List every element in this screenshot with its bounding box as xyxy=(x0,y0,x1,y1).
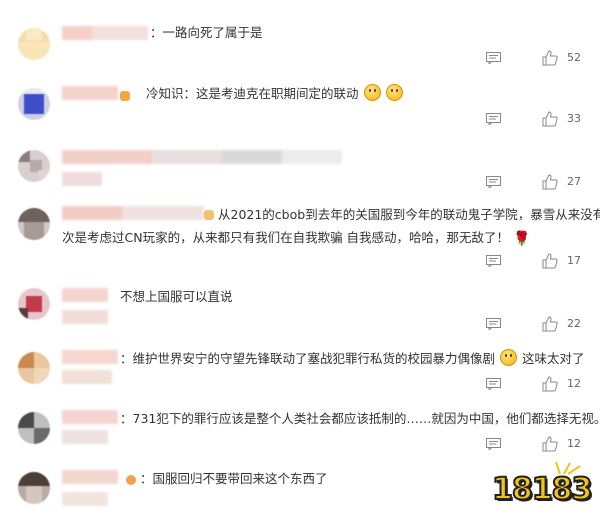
like-count: 17 xyxy=(567,254,581,267)
avatar[interactable] xyxy=(18,472,50,504)
smile-emoji-icon xyxy=(386,84,404,101)
comment-text-blurred xyxy=(62,370,112,384)
like-count: 52 xyxy=(567,51,581,64)
smile-emoji-icon xyxy=(500,349,517,366)
like-count: 12 xyxy=(567,437,581,450)
avatar[interactable] xyxy=(18,28,50,60)
thumbs-up-icon[interactable] xyxy=(542,174,558,190)
comment-icon[interactable] xyxy=(486,318,501,330)
username[interactable] xyxy=(62,410,118,424)
comment-actions: 22 xyxy=(480,316,600,336)
site-watermark-logo: 18183 xyxy=(490,461,593,510)
level-badge xyxy=(120,91,130,101)
thumbs-up-icon[interactable] xyxy=(542,316,558,332)
avatar[interactable] xyxy=(18,412,50,444)
comment-text-line2: 次是考虑过CN玩家的，从来都只有我们在自我欺骗 自我感动，哈哈，那无敌了！ 🌹 xyxy=(62,227,530,250)
username[interactable] xyxy=(62,206,204,220)
username[interactable] xyxy=(62,288,108,302)
comment-text-blurred xyxy=(62,172,102,186)
username[interactable] xyxy=(62,26,148,40)
like-count: 33 xyxy=(567,112,581,125)
avatar[interactable] xyxy=(18,288,50,320)
avatar[interactable] xyxy=(18,352,50,384)
comment-text: 不想上国服可以直说 xyxy=(120,289,233,304)
level-badge xyxy=(126,475,136,485)
comment-text: 冷知识：这是考迪克在职期间定的联动 xyxy=(146,83,404,105)
comment-text: 从2021的cbob到去年的关国服到今年的联动鬼子学院，暴雪从来没有一 xyxy=(218,207,600,222)
comment-text-blurred xyxy=(62,310,108,324)
avatar[interactable] xyxy=(18,88,50,120)
username[interactable] xyxy=(62,150,342,164)
avatar[interactable] xyxy=(18,150,50,182)
comment-icon[interactable] xyxy=(486,52,501,64)
rose-emoji-icon: 🌹 xyxy=(513,231,531,247)
like-count: 12 xyxy=(567,377,581,390)
comment-actions: 12 xyxy=(480,436,600,456)
smile-emoji-icon xyxy=(363,84,381,101)
comment-text: ：一路向死了属于是 xyxy=(150,25,263,40)
comment-text-blurred xyxy=(62,492,108,506)
comment-icon[interactable] xyxy=(486,255,501,267)
comment-actions: 12 xyxy=(480,376,600,396)
thumbs-up-icon[interactable] xyxy=(542,253,558,269)
comment-actions: 27 xyxy=(480,174,600,194)
thumbs-up-icon[interactable] xyxy=(542,436,558,452)
comment-icon[interactable] xyxy=(486,378,501,390)
username[interactable] xyxy=(62,350,118,364)
comment-actions: 33 xyxy=(480,111,600,131)
thumbs-up-icon[interactable] xyxy=(542,376,558,392)
like-count: 22 xyxy=(567,317,581,330)
comment-text: ：国服回归不要带回来这个东西了 xyxy=(140,471,328,486)
username[interactable] xyxy=(62,86,118,100)
watermark-text: 18183 xyxy=(491,471,593,508)
level-badge xyxy=(204,210,214,220)
comment-icon[interactable] xyxy=(486,438,501,450)
comment-text-blurred xyxy=(62,430,108,444)
thumbs-up-icon[interactable] xyxy=(542,50,558,66)
username[interactable] xyxy=(62,470,118,484)
comment-actions: 52 xyxy=(480,50,600,70)
comment-text: ：维护世界安宁的守望先锋联动了塞战犯罪行私货的校园暴力偶像剧 这味太对了 xyxy=(120,349,585,366)
comment-actions: 17 xyxy=(480,253,600,273)
thumbs-up-icon[interactable] xyxy=(542,111,558,127)
like-count: 27 xyxy=(567,175,581,188)
comment-text: ：731犯下的罪行应该是整个人类社会都应该抵制的……就因为中国，他们都选择无视。 xyxy=(120,411,600,426)
comment-icon[interactable] xyxy=(486,113,501,125)
comment-icon[interactable] xyxy=(486,176,501,188)
avatar[interactable] xyxy=(18,208,50,240)
